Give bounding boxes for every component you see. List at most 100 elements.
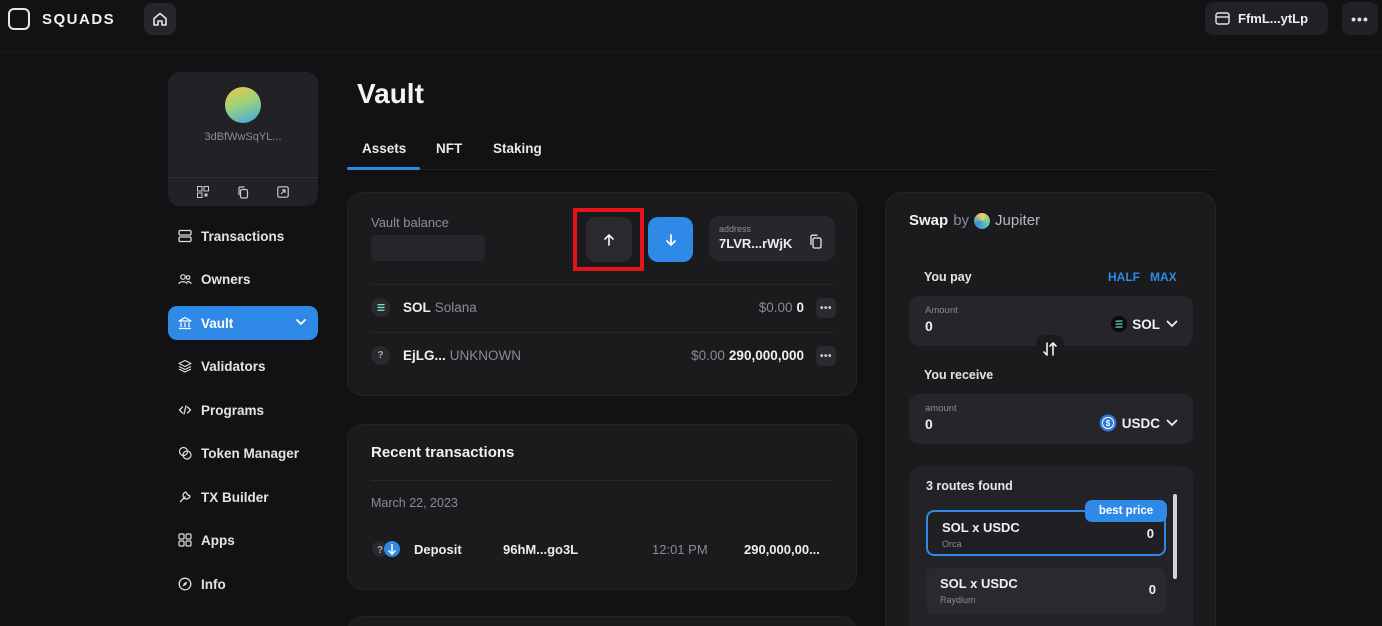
profile-actions xyxy=(168,177,318,206)
route-pair: SOL x USDC xyxy=(942,520,1020,535)
squads-logo-icon xyxy=(8,8,30,30)
receive-token-symbol: USDC xyxy=(1121,415,1160,431)
layers-icon xyxy=(177,359,192,374)
swap-title: Swap xyxy=(909,212,949,229)
asset-row[interactable]: ? EjLG... UNKNOWN $0.00 290,000,000 ••• xyxy=(371,332,836,378)
usdc-token-icon: $ xyxy=(1099,414,1117,432)
home-icon xyxy=(153,12,167,26)
sidebar-item-label: Apps xyxy=(201,532,235,548)
sidebar-item-label: Vault xyxy=(201,315,234,331)
ellipsis-icon: ••• xyxy=(1351,10,1369,27)
multisig-address: 3dBfWwSqYL... xyxy=(204,131,282,143)
sidebar-item-token-manager[interactable]: Token Manager xyxy=(168,436,318,470)
sidebar-item-apps[interactable]: Apps xyxy=(168,523,318,557)
swap-arrows-icon xyxy=(1043,342,1057,356)
vault-address: 7LVR...rWjK xyxy=(719,236,793,251)
transaction-row[interactable]: ? Deposit 96hM...go3L 12:01 PM 290,000,0… xyxy=(371,540,831,564)
you-receive-label: You receive xyxy=(924,368,994,382)
ellipsis-icon: ••• xyxy=(819,302,832,314)
ellipsis-icon: ••• xyxy=(819,350,832,362)
transaction-hash: 96hM...go3L xyxy=(503,542,579,557)
swap-provider: Jupiter xyxy=(995,212,1041,229)
sidebar-item-label: Validators xyxy=(201,358,266,374)
sidebar-item-info[interactable]: Info xyxy=(168,567,318,601)
unknown-token-icon: ? xyxy=(371,346,390,365)
copy-icon[interactable] xyxy=(809,234,822,249)
sidebar-item-transactions[interactable]: Transactions xyxy=(168,219,318,253)
route-output: 0 xyxy=(1146,526,1154,541)
sidebar-item-validators[interactable]: Validators xyxy=(168,349,318,383)
tab-staking[interactable]: Staking xyxy=(493,141,542,156)
vault-profile-card: 3dBfWwSqYL... xyxy=(168,72,318,206)
routes-count: 3 routes found xyxy=(926,479,1013,493)
route-option[interactable]: SOL x USDC Raydium 0 xyxy=(926,568,1166,614)
stack-icon xyxy=(177,229,192,244)
coins-icon xyxy=(177,446,192,461)
asset-row[interactable]: SOL Solana $0.00 0 ••• xyxy=(371,284,836,330)
receive-amount-value: 0 xyxy=(925,416,933,432)
divider xyxy=(371,480,831,481)
half-button[interactable]: HALF xyxy=(1108,270,1140,284)
sidebar-item-label: Programs xyxy=(201,402,265,418)
pay-amount-label: Amount xyxy=(925,305,958,316)
asset-amount: 290,000,000 xyxy=(728,348,804,363)
chevron-down-icon xyxy=(1166,419,1178,427)
chevron-down-icon xyxy=(1166,320,1178,328)
wrench-icon xyxy=(177,490,192,505)
jupiter-logo-icon xyxy=(974,212,991,229)
pay-token-symbol: SOL xyxy=(1132,316,1160,332)
sidebar-item-owners[interactable]: Owners xyxy=(168,262,318,296)
grid-icon xyxy=(177,533,192,548)
compass-icon xyxy=(177,577,192,592)
more-menu-button[interactable]: ••• xyxy=(1342,2,1378,35)
sidebar-item-tx-builder[interactable]: TX Builder xyxy=(168,480,318,514)
wallet-address: FfmL...ytLp xyxy=(1238,11,1309,26)
receive-amount-label: amount xyxy=(925,403,957,414)
sidebar-item-programs[interactable]: Programs xyxy=(168,393,318,427)
asset-symbol: SOL xyxy=(403,300,431,315)
recent-transactions-title: Recent transactions xyxy=(371,444,515,461)
sidebar-item-label: Token Manager xyxy=(201,445,300,461)
top-bar: SQUADS FfmL...ytLp ••• xyxy=(0,0,1382,52)
vault-balance-label: Vault balance xyxy=(371,215,449,230)
asset-name: Solana xyxy=(434,300,477,315)
pay-amount-input[interactable]: 0 xyxy=(925,318,933,334)
routes-panel: 3 routes found SOL x USDC Orca 0 best pr… xyxy=(909,466,1193,626)
code-icon xyxy=(177,403,192,418)
home-button[interactable] xyxy=(144,3,176,35)
asset-more-button[interactable]: ••• xyxy=(816,346,836,366)
brand-name: SQUADS xyxy=(42,11,116,28)
vault-address-box[interactable]: address 7LVR...rWjK xyxy=(709,216,835,261)
sidebar-item-vault[interactable]: Vault xyxy=(168,306,318,340)
sidebar-item-label: TX Builder xyxy=(201,489,269,505)
avatar xyxy=(225,87,261,123)
users-icon xyxy=(177,272,192,287)
tab-nft[interactable]: NFT xyxy=(436,141,462,156)
sidebar-item-label: Transactions xyxy=(201,228,285,244)
swap-card: Swap by Jupiter You pay HALF MAX Amount … xyxy=(885,192,1216,626)
swap-direction-button[interactable] xyxy=(1036,335,1064,363)
next-card xyxy=(347,616,857,626)
tab-assets[interactable]: Assets xyxy=(362,141,406,156)
deposit-icon: ? xyxy=(371,540,403,558)
receive-button[interactable] xyxy=(648,217,693,262)
external-link-icon[interactable] xyxy=(276,185,290,199)
qr-code-icon[interactable] xyxy=(196,185,210,199)
wallet-button[interactable]: FfmL...ytLp xyxy=(1205,2,1328,35)
asset-name: UNKNOWN xyxy=(449,348,522,363)
asset-amount: 0 xyxy=(796,300,804,315)
asset-usd-value: $0.00 xyxy=(691,348,725,363)
receive-amount-field[interactable]: amount 0 $ USDC xyxy=(909,394,1193,444)
max-button[interactable]: MAX xyxy=(1150,270,1177,284)
asset-symbol: EjLG... xyxy=(403,348,446,363)
asset-more-button[interactable]: ••• xyxy=(816,298,836,318)
copy-icon[interactable] xyxy=(236,185,250,199)
pay-token-select[interactable]: SOL xyxy=(1111,316,1179,332)
you-pay-label: You pay xyxy=(924,270,972,284)
highlight-box xyxy=(573,208,644,271)
vault-balance-value xyxy=(371,235,485,261)
transaction-time: 12:01 PM xyxy=(652,542,708,557)
asset-usd-value: $0.00 xyxy=(758,300,793,315)
receive-token-select[interactable]: $ USDC xyxy=(1099,414,1179,432)
routes-scrollbar[interactable] xyxy=(1173,494,1177,579)
